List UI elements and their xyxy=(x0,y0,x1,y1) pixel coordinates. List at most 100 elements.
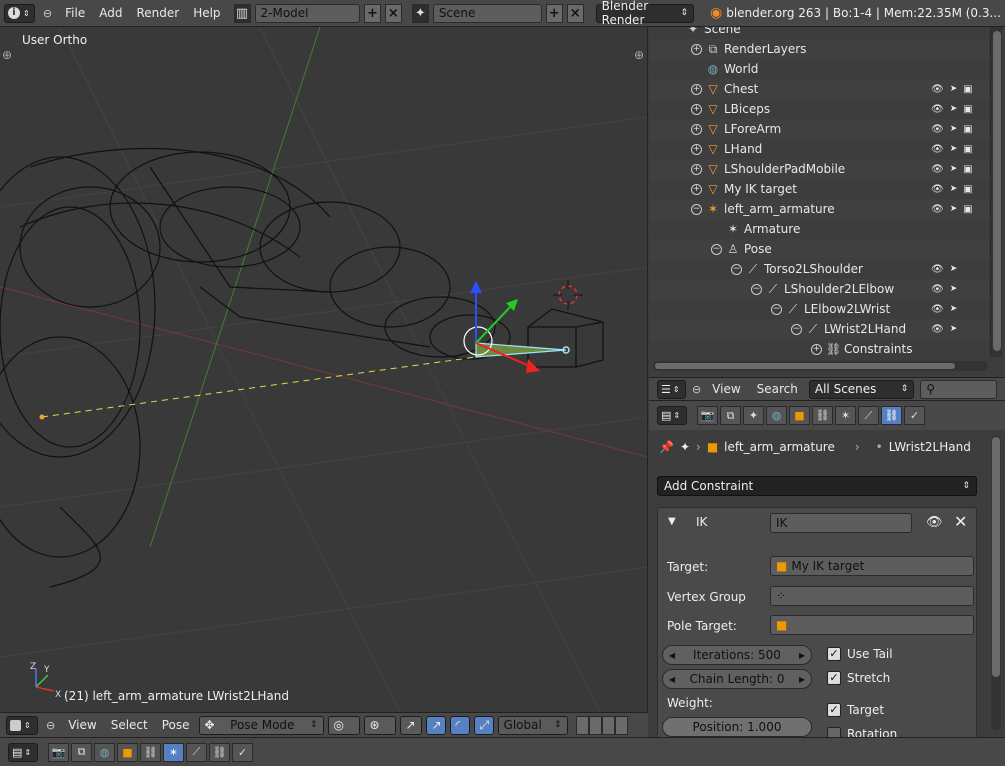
render-engine-select[interactable]: Blender Render ⇕ xyxy=(595,0,694,27)
eye-icon[interactable]: 👁 xyxy=(931,164,944,175)
select-cursor-icon[interactable]: ➤ xyxy=(950,84,958,95)
expand-toggle-icon[interactable]: − xyxy=(691,203,702,215)
scene-field[interactable]: Scene xyxy=(432,3,542,23)
outliner-row[interactable]: + ▽ LHand 👁 ➤ ▣ xyxy=(649,139,989,159)
expand-toggle-icon[interactable]: + xyxy=(691,83,702,95)
select-cursor-icon[interactable]: ➤ xyxy=(950,304,958,315)
bone-constraints-tab-icon[interactable]: ⛓ xyxy=(209,742,230,762)
render-layers-tab-icon[interactable]: ⧉ xyxy=(720,406,741,425)
world-tab-icon[interactable]: ◍ xyxy=(94,742,115,762)
target-checkbox[interactable]: ✓ Target xyxy=(827,703,884,717)
close-icon[interactable]: ✕ xyxy=(954,512,967,531)
outliner-row[interactable]: − ✶ left_arm_armature 👁 ➤ ▣ xyxy=(649,199,989,219)
object-constraints-tab-icon[interactable]: ⛓ xyxy=(140,742,161,762)
properties-scrollbar[interactable] xyxy=(991,435,1001,730)
increment-arrow-icon[interactable]: ▸ xyxy=(799,648,805,662)
menu-pose[interactable]: Pose xyxy=(157,718,195,732)
texture-tab-icon[interactable]: ✓ xyxy=(232,742,253,762)
ik-target-cube[interactable] xyxy=(527,308,604,368)
select-cursor-icon[interactable]: ➤ xyxy=(950,124,958,135)
properties-panel[interactable]: 📌 ✦ › ■ left_arm_armature › • LWrist2LHa… xyxy=(649,430,1005,737)
outliner-row[interactable]: ◍ World xyxy=(649,59,989,79)
checkbox-checked[interactable]: ✓ xyxy=(827,703,841,717)
checkbox-checked[interactable]: ✓ xyxy=(827,647,841,661)
expand-toggle-icon[interactable]: − xyxy=(731,263,742,275)
outliner-row-label[interactable]: LBiceps xyxy=(724,102,770,116)
menu-render[interactable]: Render xyxy=(131,6,184,20)
outliner-row-label[interactable]: Scene xyxy=(704,27,741,36)
render-camera-icon[interactable]: ▣ xyxy=(963,124,972,135)
eye-icon[interactable]: 👁 xyxy=(926,515,943,530)
expand-toggle-icon[interactable]: + xyxy=(811,343,822,355)
expand-toggle-icon[interactable]: − xyxy=(711,243,722,255)
outliner-row-label[interactable]: World xyxy=(724,62,758,76)
select-cursor-icon[interactable]: ➤ xyxy=(950,284,958,295)
eye-icon[interactable]: 👁 xyxy=(931,104,944,115)
pin-icon[interactable]: 📌 xyxy=(659,440,674,454)
target-field[interactable]: ■ My IK target xyxy=(770,556,974,576)
outliner-row-label[interactable]: LElbow2LWrist xyxy=(804,302,890,316)
pivot-select[interactable]: ⊛ xyxy=(363,715,396,735)
outliner-row-label[interactable]: Armature xyxy=(744,222,800,236)
render-camera-icon[interactable]: ▣ xyxy=(963,144,972,155)
eye-icon[interactable]: 👁 xyxy=(931,304,944,315)
corner-plus-right[interactable]: ⊕ xyxy=(634,48,644,62)
render-camera-icon[interactable]: ▣ xyxy=(963,164,972,175)
eye-icon[interactable]: 👁 xyxy=(931,284,944,295)
render-camera-icon[interactable]: ▣ xyxy=(963,184,972,195)
viewport-editor-type-button[interactable]: ⇕ xyxy=(6,715,38,735)
manipulator-y[interactable] xyxy=(475,304,513,344)
armature-data-tab-icon[interactable]: ✶ xyxy=(835,406,856,425)
outliner-row-label[interactable]: LHand xyxy=(724,142,762,156)
outliner-row[interactable]: + ▽ Chest 👁 ➤ ▣ xyxy=(649,79,989,99)
manipulator-toggle[interactable]: ↗ xyxy=(399,715,422,735)
select-cursor-icon[interactable]: ➤ xyxy=(950,184,958,195)
outliner[interactable]: ✦ Scene + ⧉ RenderLayers ◍ World + ▽ Chest 👁 ➤ ▣ + ▽ LB… xyxy=(649,27,1005,377)
outliner-row-label[interactable]: LWrist2LHand xyxy=(824,322,906,336)
outliner-row-label[interactable]: RenderLayers xyxy=(724,42,806,56)
eye-icon[interactable]: 👁 xyxy=(931,264,944,275)
outliner-row-label[interactable]: LForeArm xyxy=(724,122,781,136)
render-camera-icon[interactable]: ▣ xyxy=(963,104,972,115)
constraint-name-input[interactable]: IK xyxy=(770,513,912,533)
manipulator-x-arrow[interactable] xyxy=(526,359,540,373)
collapse-triangle-icon[interactable]: ▼ xyxy=(668,516,676,527)
expand-toggle-icon[interactable]: + xyxy=(691,123,702,135)
bone-constraints-tab-icon[interactable]: ⛓ xyxy=(881,406,902,425)
scrollbar-thumb[interactable] xyxy=(655,363,955,369)
layer-button[interactable] xyxy=(588,715,602,735)
mode-select[interactable]: ✥ Pose Mode ⇕ xyxy=(198,715,324,735)
outliner-row-label[interactable]: Constraints xyxy=(844,342,912,356)
select-cursor-icon[interactable]: ➤ xyxy=(950,144,958,155)
select-cursor-icon[interactable]: ➤ xyxy=(950,164,958,175)
world-tab-icon[interactable]: ◍ xyxy=(766,406,787,425)
texture-tab-icon[interactable]: ✓ xyxy=(904,406,925,425)
layer-button[interactable] xyxy=(601,715,615,735)
collapse-menu-icon[interactable]: ⊖ xyxy=(43,7,52,20)
select-cursor-icon[interactable]: ➤ xyxy=(950,104,958,115)
object-tab-icon[interactable]: ■ xyxy=(789,406,810,425)
outliner-row[interactable]: + ▽ LShoulderPadMobile 👁 ➤ ▣ xyxy=(649,159,989,179)
eye-icon[interactable]: 👁 xyxy=(931,124,944,135)
viewport-shading-select[interactable]: ◎ xyxy=(327,715,360,735)
menu-add[interactable]: Add xyxy=(94,6,127,20)
vertex-group-field[interactable]: ⁘ xyxy=(770,586,974,606)
outliner-search-input[interactable]: ⚲ xyxy=(920,379,997,399)
expand-toggle-icon[interactable]: − xyxy=(771,303,782,315)
editor-type-button[interactable]: i ⇕ xyxy=(4,3,35,23)
scene-icon-button[interactable]: ✦ xyxy=(411,3,429,23)
outliner-menu-view[interactable]: View xyxy=(707,382,745,396)
orientation-select[interactable]: Global ⇕ xyxy=(497,715,568,735)
checkbox-checked[interactable]: ✓ xyxy=(827,671,841,685)
expand-toggle-icon[interactable]: + xyxy=(691,43,702,55)
outliner-editor-type-button[interactable]: ☰ ⇕ xyxy=(657,379,686,399)
eye-icon[interactable]: 👁 xyxy=(931,324,944,335)
outliner-row[interactable]: + ▽ LBiceps 👁 ➤ ▣ xyxy=(649,99,989,119)
outliner-row-label[interactable]: Pose xyxy=(744,242,772,256)
collapse-menu-icon[interactable]: ⊖ xyxy=(46,719,55,732)
select-cursor-icon[interactable]: ➤ xyxy=(950,204,958,215)
outliner-row-label[interactable]: Torso2LShoulder xyxy=(764,262,863,276)
layer-buttons[interactable] xyxy=(575,715,628,735)
outliner-row[interactable]: + ▽ My IK target 👁 ➤ ▣ xyxy=(649,179,989,199)
eye-icon[interactable]: 👁 xyxy=(931,84,944,95)
